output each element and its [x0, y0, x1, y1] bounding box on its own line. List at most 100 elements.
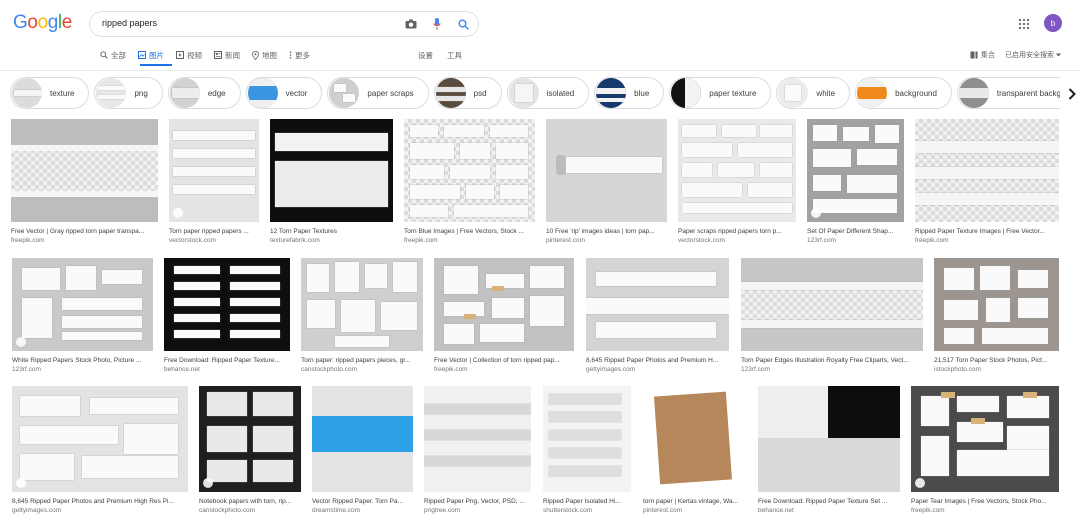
result-source[interactable]: shutterstock.com — [543, 506, 631, 515]
image-result[interactable]: Ripped Paper Texture Images | Free Vecto… — [915, 119, 1059, 245]
search-box[interactable]: ripped papers — [89, 11, 479, 37]
google-logo[interactable]: Google — [13, 12, 72, 34]
tools-link[interactable]: 工具 — [447, 50, 462, 61]
search-input[interactable]: ripped papers — [102, 18, 157, 28]
collections-link[interactable]: 集合 — [970, 50, 995, 60]
image-result[interactable]: 12 Torn Paper Textures texturefabrik.com — [270, 119, 393, 245]
result-title[interactable]: 8,645 Ripped Paper Photos and Premium Hi… — [12, 497, 188, 506]
result-title[interactable]: White Ripped Papers Stock Photo, Picture… — [12, 356, 153, 365]
result-thumbnail[interactable] — [758, 386, 900, 492]
result-title[interactable]: Ripped Paper Texture Images | Free Vecto… — [915, 227, 1059, 236]
result-source[interactable]: vectorstock.com — [169, 236, 259, 245]
result-source[interactable]: pinterest.com — [546, 236, 667, 245]
image-result[interactable]: White Ripped Papers Stock Photo, Picture… — [12, 258, 153, 374]
image-result[interactable]: Paper scraps ripped papers torn p... vec… — [678, 119, 796, 245]
result-thumbnail[interactable] — [12, 258, 153, 351]
result-source[interactable]: behance.net — [758, 506, 900, 515]
apps-grid-icon[interactable] — [1018, 17, 1032, 31]
result-title[interactable]: 21,517 Torn Paper Stock Photos, Pict... — [934, 356, 1059, 365]
result-source[interactable]: istockphoto.com — [934, 365, 1059, 374]
result-title[interactable]: Torn paper ripped papers ... — [169, 227, 259, 236]
image-result[interactable]: Free Vector | Gray ripped torn paper tra… — [11, 119, 158, 245]
result-source[interactable]: freepik.com — [434, 365, 574, 374]
image-result[interactable]: torn paper | Kertas vintage, Wa... pinte… — [643, 386, 746, 515]
result-thumbnail[interactable] — [915, 119, 1059, 222]
result-title[interactable]: Paper scraps ripped papers torn p... — [678, 227, 796, 236]
image-result[interactable]: Paper Tear Images | Free Vectors, Stock … — [911, 386, 1059, 515]
chip-png[interactable]: png — [94, 77, 163, 109]
chip-psd[interactable]: psd — [433, 77, 502, 109]
result-thumbnail[interactable] — [934, 258, 1059, 351]
result-thumbnail[interactable] — [424, 386, 531, 492]
chip-background[interactable]: background — [855, 77, 952, 109]
result-source[interactable]: texturefabrik.com — [270, 236, 393, 245]
avatar[interactable]: b — [1044, 14, 1062, 32]
result-source[interactable]: pngtree.com — [424, 506, 531, 515]
result-source[interactable]: 123rf.com — [741, 365, 923, 374]
chip-edge[interactable]: edge — [167, 77, 241, 109]
tab-news[interactable]: 新闻 — [214, 48, 240, 62]
result-thumbnail[interactable] — [199, 386, 301, 492]
image-result[interactable]: Ripped Paper Isolated Hi... shutterstock… — [543, 386, 631, 515]
result-source[interactable]: canstockphoto.com — [199, 506, 301, 515]
result-source[interactable]: gettyimages.com — [12, 506, 188, 515]
result-source[interactable]: 123rf.com — [12, 365, 153, 374]
result-title[interactable]: 12 Torn Paper Textures — [270, 227, 393, 236]
result-thumbnail[interactable] — [678, 119, 796, 222]
result-title[interactable]: Ripped Paper Isolated Hi... — [543, 497, 631, 506]
result-title[interactable]: Free Vector | Collection of torn ripped … — [434, 356, 574, 365]
result-title[interactable]: Set Of Paper Different Shap... — [807, 227, 904, 236]
chip-vector[interactable]: vector — [245, 77, 323, 109]
result-title[interactable]: Torn Blue Images | Free Vectors, Stock .… — [404, 227, 535, 236]
result-thumbnail[interactable] — [169, 119, 259, 222]
image-result[interactable]: 10 Free 'rip' images ideas | torn pap...… — [546, 119, 667, 245]
result-thumbnail[interactable] — [12, 386, 188, 492]
result-title[interactable]: 10 Free 'rip' images ideas | torn pap... — [546, 227, 667, 236]
image-result[interactable]: Torn Paper Edges Illustration Royalty Fr… — [741, 258, 923, 374]
tab-all[interactable]: 全部 — [100, 48, 126, 62]
result-thumbnail[interactable] — [543, 386, 631, 492]
result-thumbnail[interactable] — [11, 119, 158, 222]
chip-blue[interactable]: blue — [594, 77, 665, 109]
result-thumbnail[interactable] — [586, 258, 729, 351]
image-result[interactable]: Ripped Paper Png, Vector, PSD, ... pngtr… — [424, 386, 531, 515]
result-title[interactable]: torn paper | Kertas vintage, Wa... — [643, 497, 746, 506]
result-source[interactable]: vectorstock.com — [678, 236, 796, 245]
result-thumbnail[interactable] — [301, 258, 423, 351]
result-source[interactable]: 123rf.com — [807, 236, 904, 245]
result-thumbnail[interactable] — [546, 119, 667, 222]
result-source[interactable]: freepik.com — [911, 506, 1059, 515]
result-thumbnail[interactable] — [312, 386, 413, 492]
tab-more[interactable]: 更多 — [289, 48, 310, 62]
settings-link[interactable]: 设置 — [418, 50, 433, 61]
result-thumbnail[interactable] — [807, 119, 904, 222]
chip-texture[interactable]: texture — [10, 77, 90, 109]
chip-white[interactable]: white — [776, 77, 851, 109]
image-result[interactable]: Vector Ripped Paper. Torn Pa... dreamsti… — [312, 386, 413, 515]
microphone-icon[interactable] — [430, 17, 444, 31]
result-title[interactable]: Notebook papers with torn, rip... — [199, 497, 301, 506]
chevron-right-icon[interactable] — [1060, 80, 1080, 108]
result-source[interactable]: behance.net — [164, 365, 290, 374]
result-thumbnail[interactable] — [434, 258, 574, 351]
image-result[interactable]: Torn Blue Images | Free Vectors, Stock .… — [404, 119, 535, 245]
result-thumbnail[interactable] — [911, 386, 1059, 492]
result-thumbnail[interactable] — [741, 258, 923, 351]
result-title[interactable]: Ripped Paper Png, Vector, PSD, ... — [424, 497, 531, 506]
result-thumbnail[interactable] — [643, 386, 746, 492]
chip-paper-scraps[interactable]: paper scraps — [327, 77, 429, 109]
result-title[interactable]: Free Download: Ripped Paper Texture... — [164, 356, 290, 365]
result-source[interactable]: freepik.com — [915, 236, 1059, 245]
image-result[interactable]: Free Vector | Collection of torn ripped … — [434, 258, 574, 374]
search-icon[interactable] — [456, 17, 470, 31]
result-title[interactable]: Vector Ripped Paper. Torn Pa... — [312, 497, 413, 506]
image-result[interactable]: Set Of Paper Different Shap... 123rf.com — [807, 119, 904, 245]
result-thumbnail[interactable] — [164, 258, 290, 351]
result-source[interactable]: canstockphoto.com — [301, 365, 423, 374]
result-source[interactable]: gettyimages.com — [586, 365, 729, 374]
safesearch-toggle[interactable]: 已启用安全搜索 — [1005, 50, 1061, 60]
camera-icon[interactable] — [404, 17, 418, 31]
result-title[interactable]: Paper Tear Images | Free Vectors, Stock … — [911, 497, 1059, 506]
result-source[interactable]: pinterest.com — [643, 506, 746, 515]
result-source[interactable]: freepik.com — [11, 236, 158, 245]
